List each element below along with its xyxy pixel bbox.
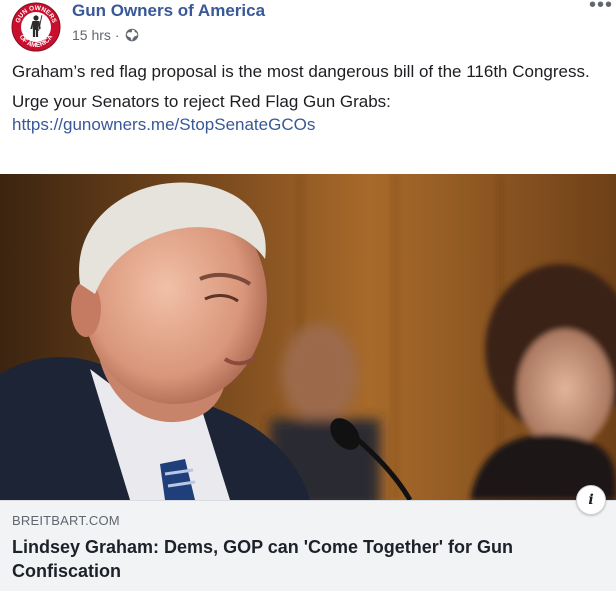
gun-owners-of-america-logo-icon: GUN OWNERS OF AMERICA xyxy=(11,2,61,52)
info-icon[interactable]: i xyxy=(576,485,606,515)
link-preview-headline[interactable]: Lindsey Graham: Dems, GOP can 'Come Toge… xyxy=(12,535,602,583)
link-preview-image[interactable] xyxy=(0,174,616,500)
more-options-icon[interactable]: ••• xyxy=(589,0,613,17)
link-preview-domain: BREITBART.COM xyxy=(12,513,120,528)
post-message: Graham’s red flag proposal is the most d… xyxy=(12,60,602,136)
meta-separator: · xyxy=(114,27,120,43)
feed-post: GUN OWNERS OF AMERICA Gun Owners of Amer… xyxy=(0,0,616,591)
page-name-link[interactable]: Gun Owners of America xyxy=(72,1,265,21)
post-link[interactable]: https://gunowners.me/StopSenateGCOs xyxy=(12,115,315,134)
link-preview-card[interactable]: BREITBART.COM Lindsey Graham: Dems, GOP … xyxy=(0,500,616,591)
post-text-paragraph-2: Urge your Senators to reject Red Flag Gu… xyxy=(12,90,602,136)
post-timestamp[interactable]: 15 hrs xyxy=(72,27,111,43)
page-avatar[interactable]: GUN OWNERS OF AMERICA xyxy=(11,2,61,52)
post-text-paragraph-1: Graham’s red flag proposal is the most d… xyxy=(12,62,590,81)
post-text-cta: Urge your Senators to reject Red Flag Gu… xyxy=(12,92,391,111)
post-meta: 15 hrs · xyxy=(72,27,139,43)
globe-icon[interactable] xyxy=(125,28,139,42)
